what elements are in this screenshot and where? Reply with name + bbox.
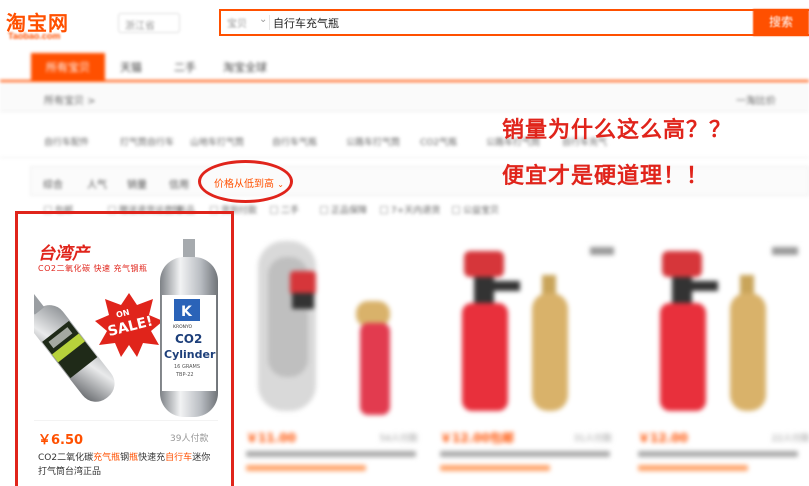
- product-image: [434, 237, 622, 421]
- price-compare-link[interactable]: 一淘比价: [736, 92, 776, 107]
- product-price: ￥6.50: [38, 433, 84, 448]
- co2-cylinders-illustration: ON SALE! K KRONYO CO2 Cylinder 16 GRAMS …: [34, 239, 218, 417]
- cylinder-label: Cylinder: [164, 348, 216, 361]
- filter-checkbox[interactable]: 正品保障: [320, 203, 367, 216]
- tab-tmall[interactable]: 天猫: [111, 53, 151, 82]
- search-button[interactable]: 搜索: [753, 9, 809, 36]
- filter-checkbox[interactable]: 二手: [270, 203, 299, 216]
- category-link[interactable]: CO2气瓶: [420, 135, 457, 148]
- logo-subtext: Taobao.com: [8, 31, 61, 41]
- sold-count: 39人付款: [170, 434, 209, 444]
- tab-global[interactable]: 淘宝全球: [215, 53, 275, 82]
- product-title-line-2: [246, 465, 366, 471]
- product-card[interactable]: ￥12.00 22人付款: [632, 237, 809, 486]
- breadcrumb[interactable]: 所有宝贝 >: [44, 92, 96, 107]
- header: 淘宝网 Taobao.com 浙江省 宝贝 ⌄ 搜索: [0, 0, 809, 48]
- cylinder-model: TBP-22: [175, 372, 194, 378]
- product-title[interactable]: CO2二氧化碳充气瓶钢瓶快速充自行车迷你: [38, 450, 210, 463]
- category-link[interactable]: 打气筒自行车: [120, 135, 174, 148]
- sold-count: 54人付款: [379, 434, 418, 444]
- search-box: 宝贝 ⌄: [219, 9, 809, 36]
- cylinder-brand-name: KRONYO: [173, 324, 192, 330]
- sort-popularity[interactable]: 人气: [87, 176, 107, 191]
- tab-all-items[interactable]: 所有宝贝: [31, 53, 105, 82]
- filter-checkbox[interactable]: 7+天内退货: [380, 203, 440, 216]
- cylinder-co2: CO2: [175, 332, 202, 346]
- search-input[interactable]: [273, 13, 743, 32]
- product-title-line-2[interactable]: 打气筒台湾正品: [38, 464, 101, 477]
- product-card[interactable]: ￥12.00包邮 31人付款: [434, 237, 622, 486]
- highlight-ellipse: [198, 160, 293, 203]
- product-image: [240, 237, 428, 421]
- inflator-illustration: [462, 247, 614, 411]
- category-link[interactable]: 自行车配件: [44, 135, 89, 148]
- taobao-logo[interactable]: 淘宝网 Taobao.com: [2, 7, 110, 43]
- search-scope-dropdown[interactable]: 宝贝: [227, 15, 247, 30]
- tab-bar: 所有宝贝 天猫 二手 淘宝全球: [0, 48, 809, 82]
- category-link[interactable]: 山地车打气筒: [190, 135, 244, 148]
- product-title: [638, 451, 798, 457]
- cylinder-brand-mark: K: [181, 304, 193, 320]
- product-price: ￥11.00: [246, 431, 296, 445]
- product-price: ￥12.00: [638, 431, 688, 445]
- breadcrumb-bar: 所有宝贝 > 一淘比价: [0, 84, 809, 112]
- product-title: [440, 451, 610, 457]
- product-card[interactable]: ￥11.00 54人付款: [240, 237, 428, 486]
- sort-credit[interactable]: 信用: [169, 176, 189, 191]
- product-title-line-2: [638, 465, 748, 471]
- region-selector[interactable]: 浙江省: [118, 13, 180, 33]
- annotation-line-1: 销量为什么这么高？？: [502, 118, 733, 143]
- product-image: [632, 237, 809, 421]
- category-link[interactable]: 公路车打气筒: [346, 135, 400, 148]
- product-title: [246, 451, 416, 457]
- cylinder-grams: 16 GRAMS: [174, 364, 200, 370]
- filter-checkbox[interactable]: 公益宝贝: [452, 203, 499, 216]
- sort-sales[interactable]: 销量: [127, 176, 147, 191]
- inflator-illustration: [258, 241, 390, 415]
- sold-count: 31人付款: [573, 434, 612, 444]
- product-image[interactable]: 台湾产 CO2二氧化碳 快速 充气钢瓶 ON SALE! K KRONYO CO…: [34, 237, 218, 421]
- product-price: ￥12.00包邮: [440, 431, 514, 445]
- search-divider: [269, 15, 270, 30]
- tab-second-hand[interactable]: 二手: [165, 53, 205, 82]
- product-title-line-2: [440, 465, 550, 471]
- sold-count: 22人付款: [771, 434, 809, 444]
- annotation-line-2: 便宜才是硬道理！！: [502, 164, 710, 189]
- chevron-down-icon: ⌄: [259, 14, 268, 25]
- sort-default[interactable]: 综合: [43, 176, 63, 191]
- inflator-illustration: [660, 247, 798, 411]
- category-link[interactable]: 自行车气瓶: [272, 135, 317, 148]
